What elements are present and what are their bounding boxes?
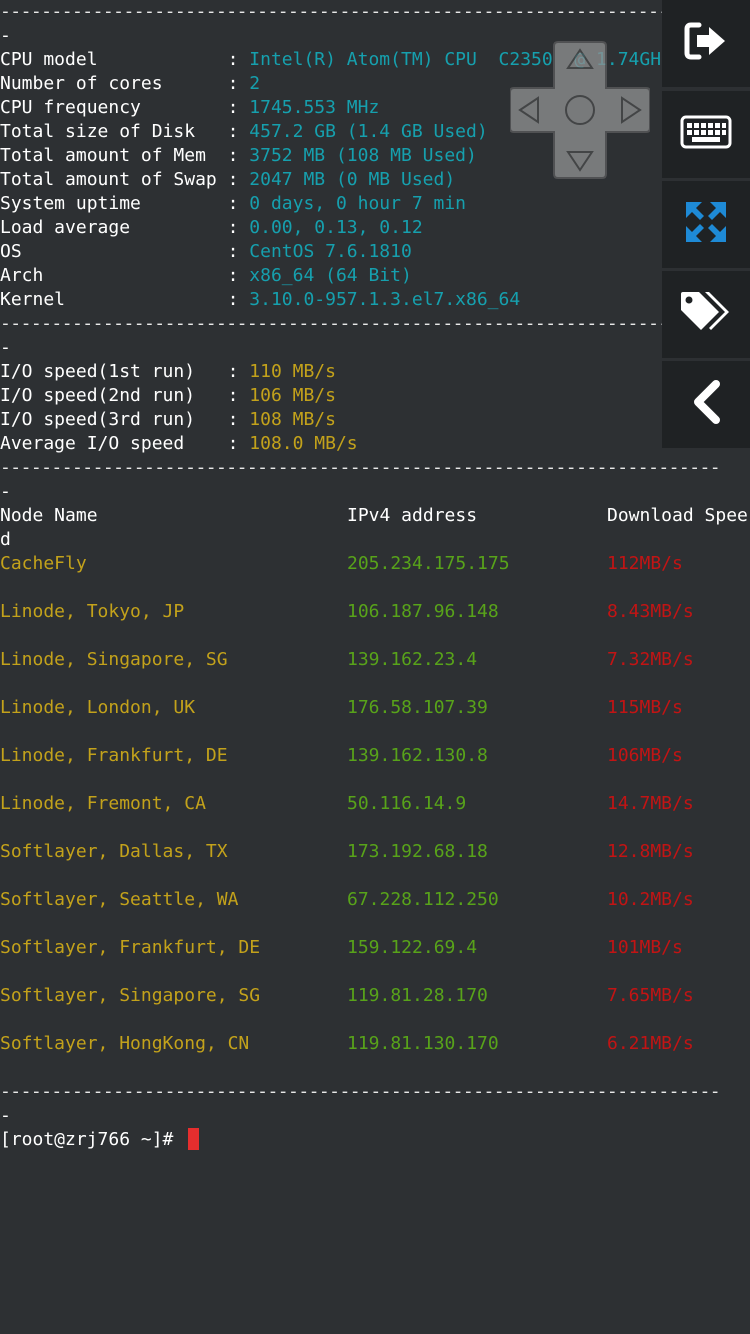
speedtest-header: Node Name IPv4 address Download Spee (0, 504, 750, 528)
node-row: Softlayer, Dallas, TX 173.192.68.18 12.8… (0, 841, 694, 862)
sysinfo-row: Total amount of Swap : 2047 MB (0 MB Use… (0, 169, 456, 190)
io-row: I/O speed(1st run) : 110 MB/s (0, 361, 336, 382)
node-row: Linode, Singapore, SG 139.162.23.4 7.32M… (0, 649, 694, 670)
io-row: I/O speed(2nd run) : 106 MB/s (0, 385, 336, 406)
prompt-text: [root@zrj766 ~]# (0, 1129, 185, 1150)
separator-line: ----------------------------------------… (0, 457, 721, 478)
io-row: Average I/O speed : 108.0 MB/s (0, 433, 358, 454)
tags-button[interactable] (662, 271, 750, 358)
sysinfo-row: Total size of Disk : 457.2 GB (1.4 GB Us… (0, 121, 488, 142)
node-row: Softlayer, HongKong, CN 119.81.130.170 6… (0, 1033, 694, 1054)
node-row: Linode, Tokyo, JP 106.187.96.148 8.43MB/… (0, 601, 694, 622)
separator-tail: - (0, 337, 11, 358)
sysinfo-row: CPU frequency : 1745.553 MHz (0, 97, 380, 118)
header-download-speed: Download Spee (607, 505, 748, 526)
separator-line: ----------------------------------------… (0, 1, 721, 22)
keyboard-icon (680, 115, 732, 154)
fullscreen-icon (684, 200, 728, 249)
shell-prompt[interactable]: [root@zrj766 ~]# (0, 1127, 200, 1152)
header-node-name: Node Name (0, 505, 98, 526)
node-row: CacheFly 205.234.175.175 112MB/s (0, 553, 683, 574)
node-row: Linode, Fremont, CA 50.116.14.9 14.7MB/s (0, 793, 694, 814)
tags-icon (679, 290, 733, 339)
header-wrap: d (0, 529, 11, 550)
separator-tail: - (0, 1105, 11, 1126)
collapse-button[interactable] (662, 361, 750, 448)
sysinfo-row: Load average : 0.00, 0.13, 0.12 (0, 217, 423, 238)
separator-tail: - (0, 481, 11, 502)
header-ipv4: IPv4 address (347, 505, 478, 526)
io-row: I/O speed(3rd run) : 108 MB/s (0, 409, 336, 430)
sysinfo-row: Arch : x86_64 (64 Bit) (0, 265, 412, 286)
separator-tail: - (0, 25, 11, 46)
separator-line: ----------------------------------------… (0, 313, 721, 334)
sysinfo-row: System uptime : 0 days, 0 hour 7 min (0, 193, 467, 214)
exit-button[interactable] (662, 0, 750, 87)
chevron-left-icon (690, 380, 722, 429)
sysinfo-row: Kernel : 3.10.0-957.1.3.el7.x86_64 (0, 289, 521, 310)
separator-line: ----------------------------------------… (0, 1081, 721, 1102)
sysinfo-row: Number of cores : 2 (0, 73, 261, 94)
sysinfo-row: OS : CentOS 7.6.1810 (0, 241, 412, 262)
keyboard-button[interactable] (662, 91, 750, 178)
node-row: Linode, London, UK 176.58.107.39 115MB/s (0, 697, 683, 718)
text-cursor (188, 1127, 200, 1150)
fullscreen-button[interactable] (662, 181, 750, 268)
node-row: Softlayer, Frankfurt, DE 159.122.69.4 10… (0, 937, 683, 958)
node-row: Softlayer, Singapore, SG 119.81.28.170 7… (0, 985, 694, 1006)
dpad-control[interactable] (509, 40, 651, 180)
node-row: Linode, Frankfurt, DE 139.162.130.8 106M… (0, 745, 683, 766)
node-row: Softlayer, Seattle, WA 67.228.112.250 10… (0, 889, 694, 910)
sysinfo-row: Total amount of Mem : 3752 MB (108 MB Us… (0, 145, 477, 166)
logout-icon (683, 21, 729, 66)
